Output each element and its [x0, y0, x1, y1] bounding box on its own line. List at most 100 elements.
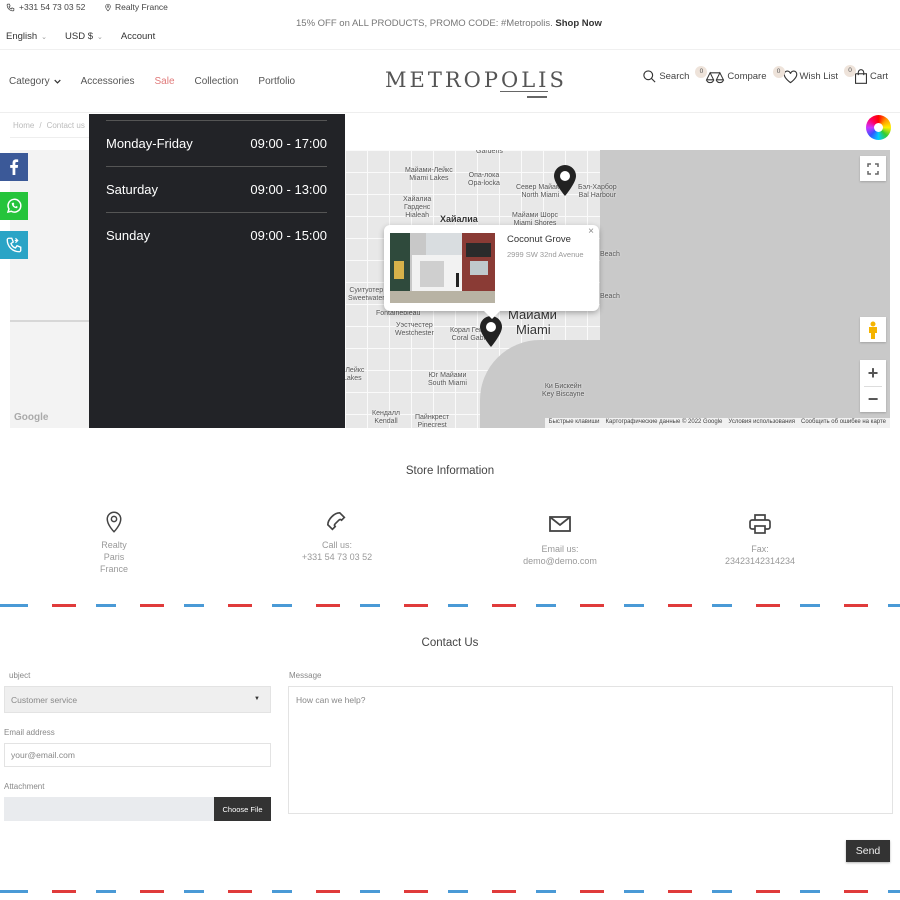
map-terms-link[interactable]: Условия использования: [728, 419, 795, 427]
shop-now-link[interactable]: Shop Now: [555, 18, 601, 29]
search-button[interactable]: Search: [642, 69, 689, 84]
zoom-in-button[interactable]: +: [860, 360, 886, 386]
map-label: Ки Бискейн Key Biscayne: [542, 383, 585, 398]
breadcrumb-home[interactable]: Home: [13, 121, 34, 130]
map-label: Уэстчестер Westchester: [395, 322, 434, 337]
map-label: Пайнкрест Pinecrest: [415, 414, 450, 428]
cart-count-badge: 0: [844, 65, 857, 77]
search-label: Search: [659, 71, 690, 82]
nav-collection[interactable]: Collection: [195, 76, 239, 87]
nav-portfolio[interactable]: Portfolio: [258, 76, 295, 87]
shopping-bag-icon: [855, 69, 868, 84]
top-location[interactable]: Realty France: [104, 2, 168, 12]
map-label: Хайалиа: [440, 214, 478, 224]
map-label: Хайалиа Гарденс Hialeah: [403, 196, 432, 219]
language-label: English: [6, 31, 38, 42]
map-road: [10, 320, 90, 322]
email-label: Email address: [4, 728, 55, 737]
breadcrumb-contact[interactable]: Contact us: [47, 121, 85, 130]
map-label: Опа-лока Opa-locka: [468, 172, 500, 187]
map-footer: Быстрые клавиши Картографические данные …: [544, 418, 890, 428]
fullscreen-button[interactable]: [860, 156, 886, 181]
top-phone[interactable]: +331 54 73 03 52: [6, 2, 85, 12]
store-phone-number[interactable]: +331 54 73 03 52: [247, 551, 427, 563]
callback-button[interactable]: [0, 231, 28, 259]
breadcrumb-divider: [10, 137, 90, 138]
zoom-out-button[interactable]: −: [860, 386, 886, 412]
logo-underline: [500, 91, 548, 92]
top-bar: +331 54 73 03 52 Realty France English ⌄…: [0, 0, 900, 50]
search-icon: [643, 70, 656, 83]
zoom-divider: [864, 386, 882, 387]
whatsapp-icon: [6, 198, 22, 214]
main-header: Category Accessories Sale Collection Por…: [0, 51, 900, 113]
map-report-link[interactable]: Сообщить об ошибке на карте: [801, 419, 886, 427]
currency-dropdown[interactable]: USD $ ⌄: [65, 31, 103, 42]
map-pin-icon: [105, 3, 111, 11]
phone-icon: [6, 3, 15, 11]
hours-row: Monday-Friday 09:00 - 17:00: [106, 120, 327, 166]
map-pin-icon: [106, 511, 122, 533]
chevron-down-icon: [53, 79, 61, 84]
wishlist-button[interactable]: 0 Wish List: [772, 65, 838, 84]
airmail-divider: [0, 890, 900, 893]
map-water: [600, 150, 890, 428]
facebook-button[interactable]: [0, 153, 28, 181]
info-window-address: 2999 SW 32nd Avenue: [507, 250, 584, 259]
close-icon[interactable]: ×: [588, 226, 594, 237]
printer-icon: [749, 514, 771, 534]
hours-row: Sunday 09:00 - 15:00: [106, 212, 327, 258]
map-pin-marker[interactable]: [553, 165, 577, 197]
map-label: Miami: [516, 322, 551, 337]
map-label: Суитуотер Sweetwater: [348, 287, 385, 302]
color-picker-icon[interactable]: [866, 115, 891, 140]
map-label: Юг Майами South Miami: [428, 372, 467, 387]
hours-day: Sunday: [106, 228, 151, 243]
hours-time: 09:00 - 15:00: [250, 228, 327, 243]
store-address-line: Realty: [101, 540, 127, 550]
nav-category[interactable]: Category: [9, 76, 61, 87]
store-address-line: France: [99, 564, 128, 574]
hours-day: Saturday: [106, 182, 159, 197]
nav-accessories[interactable]: Accessories: [81, 76, 135, 87]
whatsapp-button[interactable]: [0, 192, 28, 220]
map-label: -Лейкс Lakes: [343, 367, 365, 382]
map-label: Beach: [600, 293, 620, 300]
chevron-down-icon: ⌄: [41, 33, 48, 41]
message-placeholder: How can we help?: [296, 695, 366, 705]
store-email-address[interactable]: demo@demo.com: [470, 555, 650, 567]
contact-title: Contact Us: [421, 637, 479, 649]
subject-label: ubject: [9, 671, 31, 680]
subject-select[interactable]: Customer service ▼: [4, 686, 271, 713]
subject-value: Customer service: [11, 695, 78, 705]
map-label: Бэл-Харбор Bal Harbour: [578, 184, 617, 199]
site-logo[interactable]: METROPOLIS: [385, 68, 567, 92]
message-textarea[interactable]: How can we help?: [288, 686, 893, 814]
send-button[interactable]: Send: [846, 840, 890, 862]
map-pin-marker[interactable]: [479, 316, 503, 348]
store-fax: Fax: 23423142314234: [670, 507, 850, 567]
cart-label: Cart: [870, 71, 888, 82]
choose-file-button[interactable]: Choose File: [214, 797, 271, 821]
breadcrumb: Home / Contact us: [13, 121, 85, 130]
account-link[interactable]: Account: [121, 31, 155, 42]
language-dropdown[interactable]: English ⌄: [6, 31, 47, 42]
map-label: Майами-Лейкс Miami Lakes: [405, 167, 453, 182]
cart-button[interactable]: 0 Cart: [844, 65, 888, 84]
map-info-window: Coconut Grove 2999 SW 32nd Avenue ×: [384, 225, 599, 319]
store-address: Realty Paris France: [24, 507, 204, 575]
opening-hours-panel: Monday-Friday 09:00 - 17:00 Saturday 09:…: [89, 114, 345, 428]
nav-sale[interactable]: Sale: [154, 76, 174, 87]
facebook-icon: [10, 159, 19, 175]
street-view-button[interactable]: [860, 317, 886, 342]
attachment-input[interactable]: [4, 797, 214, 821]
store-fax-number: 23423142314234: [724, 556, 796, 566]
zoom-controls: + −: [860, 360, 886, 412]
mail-icon: [549, 516, 571, 532]
wishlist-count-badge: 0: [772, 65, 785, 78]
compare-count-badge: 0: [695, 65, 708, 78]
map-shortcuts-link[interactable]: Быстрые клавиши: [549, 419, 600, 427]
logo-underline-short: [527, 96, 547, 98]
compare-button[interactable]: 0 Compare: [695, 65, 767, 84]
email-input[interactable]: your@email.com: [4, 743, 271, 767]
